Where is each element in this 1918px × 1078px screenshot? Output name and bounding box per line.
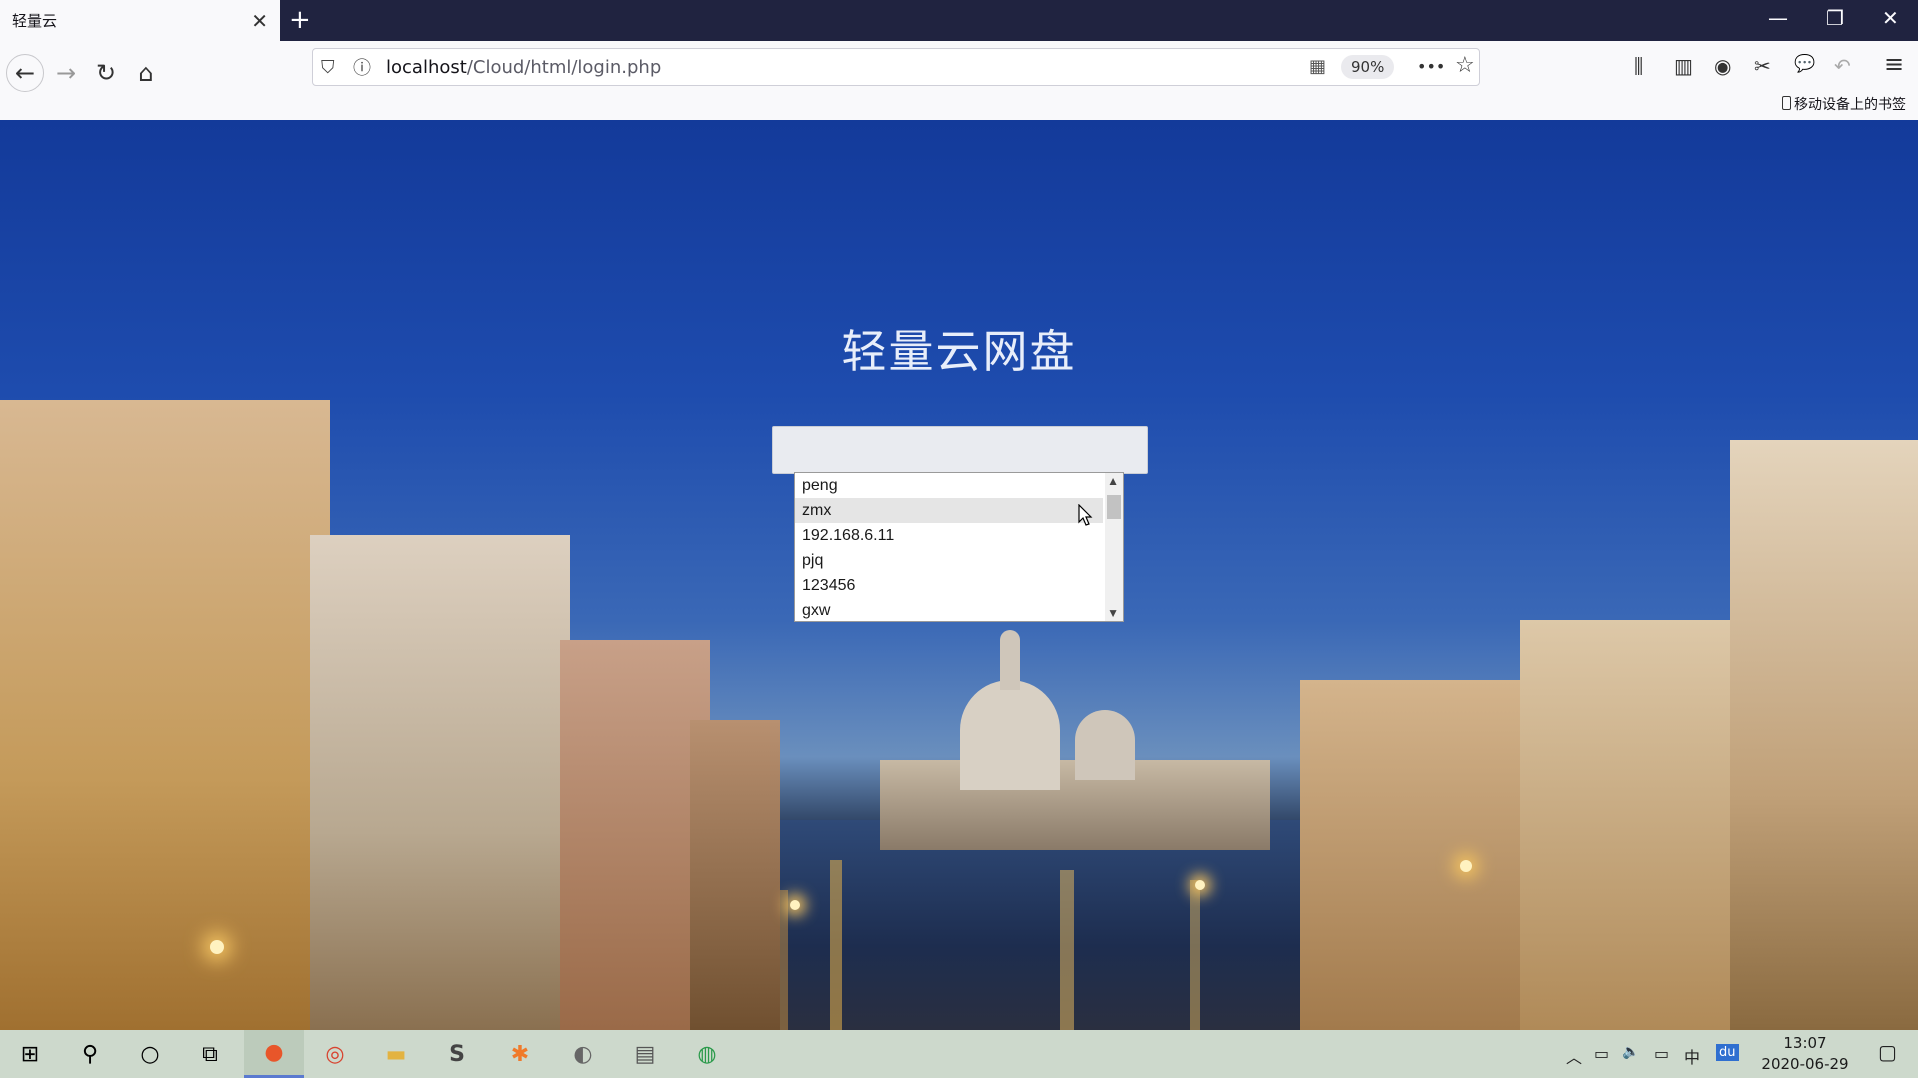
sidebar-icon[interactable]: ▥ bbox=[1674, 54, 1693, 78]
app-icon[interactable]: ◐ bbox=[553, 1030, 613, 1078]
app-icon[interactable]: ◍ bbox=[677, 1030, 737, 1078]
url-bar[interactable]: ⛉ ⓘ localhost/Cloud/html/login.php ▦ 90%… bbox=[312, 48, 1480, 86]
notifications-icon[interactable]: ▢ bbox=[1878, 1040, 1897, 1064]
login-page: 轻量云网盘 peng zmx 192.168.6.11 pjq 123456 g… bbox=[0, 120, 1918, 1030]
display-icon[interactable]: ▭ bbox=[1654, 1044, 1669, 1063]
menu-icon[interactable]: ≡ bbox=[1884, 50, 1904, 78]
autocomplete-item[interactable]: pjq bbox=[795, 548, 1103, 573]
shield-icon[interactable]: ⛉ bbox=[321, 57, 335, 78]
bookmark-star-icon[interactable]: ☆ bbox=[1455, 53, 1475, 78]
url-host: localhost bbox=[386, 56, 467, 78]
url-path: /Cloud/html/login.php bbox=[466, 56, 662, 78]
navigation-bar: ← → ↻ ⌂ ⛉ ⓘ localhost/Cloud/html/login.p… bbox=[0, 41, 1918, 120]
zoom-level-badge[interactable]: 90% bbox=[1341, 55, 1395, 79]
xampp-icon[interactable]: ✱ bbox=[490, 1030, 550, 1078]
baidu-icon[interactable]: du bbox=[1716, 1044, 1739, 1061]
autocomplete-item[interactable]: 123456 bbox=[795, 573, 1103, 598]
scroll-up-arrow-icon[interactable]: ▲ bbox=[1107, 474, 1119, 488]
more-actions-icon[interactable]: ••• bbox=[1417, 57, 1445, 76]
username-input[interactable] bbox=[772, 426, 1148, 474]
chrome-icon[interactable]: ◎ bbox=[305, 1030, 365, 1078]
clock-time: 13:07 bbox=[1783, 1034, 1827, 1052]
volume-icon[interactable]: 🔈 bbox=[1622, 1044, 1639, 1060]
autocomplete-item[interactable]: 192.168.6.11 bbox=[795, 523, 1103, 548]
tab-close-icon[interactable]: ✕ bbox=[251, 9, 268, 33]
system-clock[interactable]: 13:07 2020-06-29 bbox=[1745, 1033, 1865, 1075]
library-icon[interactable]: ⫼ bbox=[1634, 54, 1643, 78]
autocomplete-item[interactable]: gxw bbox=[795, 598, 1103, 623]
sublime-text-icon[interactable]: S bbox=[427, 1030, 487, 1078]
minimize-button[interactable]: — bbox=[1768, 6, 1788, 30]
tab-active[interactable]: 轻量云 ✕ bbox=[0, 0, 280, 41]
page-title: 轻量云网盘 bbox=[841, 325, 1077, 378]
new-tab-button[interactable]: + bbox=[289, 5, 311, 35]
forward-button[interactable]: → bbox=[47, 54, 85, 92]
windows-taskbar: ⊞ ⚲ ○ ⧉ ● ◎ ▬ S ✱ ◐ ▤ ◍ ︿ ▭ 🔈 ▭ 中 du 13:… bbox=[0, 1030, 1918, 1078]
app-icon[interactable]: ▤ bbox=[615, 1030, 675, 1078]
qr-code-icon[interactable]: ▦ bbox=[1309, 56, 1326, 77]
reload-button[interactable]: ↻ bbox=[87, 54, 125, 92]
mobile-phone-icon bbox=[1782, 96, 1791, 110]
clock-date: 2020-06-29 bbox=[1761, 1055, 1849, 1073]
autocomplete-item[interactable]: peng bbox=[795, 473, 1103, 498]
back-button[interactable]: ← bbox=[6, 54, 44, 92]
ime-icon[interactable]: 中 bbox=[1684, 1044, 1700, 1068]
mobile-bookmarks-link[interactable]: 移动设备上的书签 bbox=[1782, 94, 1906, 114]
search-icon[interactable]: ⚲ bbox=[60, 1030, 120, 1078]
start-icon[interactable]: ⊞ bbox=[0, 1030, 60, 1078]
mobile-bookmarks-label: 移动设备上的书签 bbox=[1794, 97, 1906, 113]
screenshot-icon[interactable]: ✂ bbox=[1754, 54, 1771, 78]
url-text[interactable]: localhost/Cloud/html/login.php bbox=[386, 57, 661, 78]
task-view-icon[interactable]: ⧉ bbox=[180, 1030, 240, 1078]
file-explorer-icon[interactable]: ▬ bbox=[366, 1030, 426, 1078]
tab-title: 轻量云 bbox=[12, 12, 58, 30]
chat-icon[interactable]: 💬 bbox=[1794, 54, 1815, 74]
undo-icon[interactable]: ↶ bbox=[1834, 54, 1851, 78]
network-icon[interactable]: ▭ bbox=[1594, 1044, 1609, 1063]
tab-strip: 轻量云 ✕ + — ❐ ✕ bbox=[0, 0, 1918, 41]
tray-expand-icon[interactable]: ︿ bbox=[1566, 1044, 1582, 1068]
cortana-icon[interactable]: ○ bbox=[120, 1030, 180, 1078]
scroll-down-arrow-icon[interactable]: ▼ bbox=[1107, 606, 1119, 620]
account-icon[interactable]: ◉ bbox=[1714, 54, 1731, 78]
autocomplete-dropdown[interactable]: peng zmx 192.168.6.11 pjq 123456 gxw ▲ ▼ bbox=[794, 472, 1124, 622]
close-window-button[interactable]: ✕ bbox=[1882, 6, 1899, 30]
restore-button[interactable]: ❐ bbox=[1826, 6, 1844, 30]
firefox-icon[interactable]: ● bbox=[244, 1030, 304, 1078]
scrollbar-thumb[interactable] bbox=[1107, 495, 1121, 519]
autocomplete-list: peng zmx 192.168.6.11 pjq 123456 gxw bbox=[795, 473, 1123, 623]
mouse-cursor-icon bbox=[1078, 504, 1093, 526]
autocomplete-scrollbar[interactable]: ▲ ▼ bbox=[1105, 473, 1123, 621]
autocomplete-item[interactable]: zmx bbox=[795, 498, 1103, 523]
info-icon[interactable]: ⓘ bbox=[353, 54, 371, 80]
home-button[interactable]: ⌂ bbox=[127, 54, 165, 92]
